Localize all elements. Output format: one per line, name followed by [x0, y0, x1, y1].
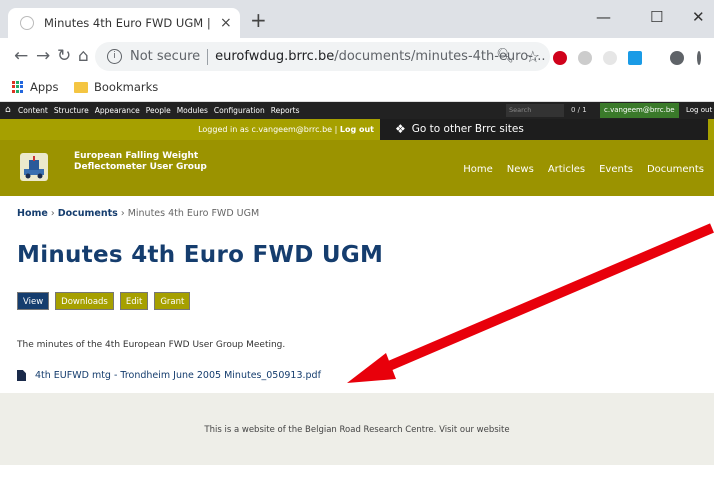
security-label: Not secure — [130, 49, 201, 64]
page-title: Minutes 4th Euro FWD UGM — [17, 242, 384, 268]
close-window-icon[interactable]: ✕ — [692, 8, 705, 26]
address-bar[interactable]: i Not secure eurofwdug.brrc.be /document… — [95, 42, 550, 71]
site-header: European Falling Weight Deflectometer Us… — [0, 140, 714, 196]
admin-menu-reports[interactable]: Reports — [271, 106, 300, 115]
nav-events[interactable]: Events — [599, 164, 633, 175]
address-separator — [207, 48, 209, 65]
site-name[interactable]: European Falling Weight Deflectometer Us… — [74, 151, 207, 173]
bookmark-apps[interactable]: Apps — [12, 80, 58, 94]
bookmark-folder[interactable]: Bookmarks — [74, 80, 158, 94]
dropbox-icon: ❖ — [395, 122, 406, 136]
footer-text: This is a website of the Belgian Road Re… — [204, 425, 510, 435]
folder-icon — [74, 81, 88, 93]
nav-documents[interactable]: Documents — [647, 164, 704, 175]
tab-close-icon[interactable]: × — [220, 15, 232, 31]
logged-in-status: Logged in as c.vangeem@brrc.be | Log out — [0, 119, 380, 140]
breadcrumb-current: Minutes 4th Euro FWD UGM — [127, 208, 260, 219]
bookmark-star-icon[interactable]: ☆ — [526, 47, 540, 66]
apps-grid-icon — [12, 81, 24, 93]
admin-toolbar: ⌂ Content Structure Appearance People Mo… — [0, 102, 714, 119]
breadcrumb-home[interactable]: Home — [17, 208, 48, 219]
nav-home[interactable]: Home — [463, 164, 493, 175]
more-menu-icon[interactable] — [697, 51, 701, 65]
page-tabs: View Downloads Edit Grant — [17, 292, 191, 310]
admin-menu-appearance[interactable]: Appearance — [95, 106, 140, 115]
admin-menu-modules[interactable]: Modules — [177, 106, 208, 115]
logout-link[interactable]: Log out — [340, 125, 374, 134]
tab-downloads[interactable]: Downloads — [55, 292, 114, 310]
site-footer: This is a website of the Belgian Road Re… — [0, 393, 714, 465]
browser-tab-strip: Minutes 4th Euro FWD UGM | Eu × + — ☐ ✕ — [0, 0, 714, 38]
windows-extension-icon[interactable] — [628, 51, 642, 65]
bar-accent — [708, 119, 714, 140]
site-logo[interactable] — [20, 153, 48, 181]
breadcrumb: Home › Documents › Minutes 4th Euro FWD … — [17, 208, 259, 219]
breadcrumb-separator: › — [50, 208, 55, 219]
info-icon[interactable]: i — [107, 49, 122, 64]
extension-icon[interactable] — [603, 51, 617, 65]
back-icon[interactable]: ← — [14, 47, 28, 65]
site-favicon-icon — [20, 16, 34, 30]
extension-icon[interactable] — [578, 51, 592, 65]
zoom-icon[interactable]: 🔍︎ — [496, 48, 514, 64]
file-icon — [17, 370, 26, 381]
bookmark-label: Bookmarks — [94, 80, 159, 94]
main-nav: Home News Articles Events Documents — [463, 164, 704, 175]
file-attachment-link[interactable]: 4th EUFWD mtg - Trondheim June 2005 Minu… — [17, 370, 321, 381]
new-tab-icon[interactable]: + — [250, 10, 267, 30]
admin-menu-configuration[interactable]: Configuration — [214, 106, 265, 115]
site-name-line2: Deflectometer User Group — [74, 162, 207, 172]
home-icon[interactable]: ⌂ — [78, 47, 89, 65]
admin-menu-structure[interactable]: Structure — [54, 106, 89, 115]
page-body: The minutes of the 4th European FWD User… — [17, 340, 286, 350]
admin-counter: 0 / 1 — [571, 106, 587, 114]
other-sites-label: Go to other Brrc sites — [411, 123, 524, 135]
minimize-icon[interactable]: — — [596, 8, 611, 26]
admin-menu: Content Structure Appearance People Modu… — [18, 106, 300, 115]
logged-in-bar: Logged in as c.vangeem@brrc.be | Log out… — [0, 119, 714, 140]
site-name-line1: European Falling Weight — [74, 151, 199, 161]
nav-news[interactable]: News — [507, 164, 534, 175]
breadcrumb-documents[interactable]: Documents — [58, 208, 118, 219]
url-host: eurofwdug.brrc.be — [215, 49, 335, 64]
browser-toolbar: ← → ↻ ⌂ i Not secure eurofwdug.brrc.be /… — [0, 38, 714, 75]
profile-icon[interactable] — [670, 51, 684, 65]
reload-icon[interactable]: ↻ — [57, 47, 71, 65]
admin-home-icon[interactable]: ⌂ — [5, 105, 11, 115]
breadcrumb-separator: › — [120, 208, 125, 219]
bookmarks-bar: Apps Bookmarks — [0, 75, 714, 102]
other-sites-link[interactable]: ❖ Go to other Brrc sites — [395, 122, 524, 136]
admin-menu-content[interactable]: Content — [18, 106, 48, 115]
tab-edit[interactable]: Edit — [119, 292, 149, 310]
bookmark-label: Apps — [30, 80, 59, 94]
maximize-icon[interactable]: ☐ — [650, 8, 663, 26]
admin-user-link[interactable]: c.vangeem@brrc.be — [600, 103, 679, 118]
file-name: 4th EUFWD mtg - Trondheim June 2005 Minu… — [35, 370, 321, 381]
admin-search-input[interactable]: Search — [506, 104, 564, 117]
browser-tab[interactable]: Minutes 4th Euro FWD UGM | Eu × — [8, 8, 240, 38]
admin-logout-link[interactable]: Log out — [686, 106, 712, 114]
tab-grant[interactable]: Grant — [154, 292, 191, 310]
forward-icon[interactable]: → — [36, 47, 50, 65]
tab-view[interactable]: View — [17, 292, 50, 310]
nav-articles[interactable]: Articles — [548, 164, 585, 175]
adblock-extension-icon[interactable] — [553, 51, 567, 65]
logged-in-text: Logged in as c.vangeem@brrc.be | — [198, 125, 340, 134]
admin-menu-people[interactable]: People — [146, 106, 171, 115]
tab-title: Minutes 4th Euro FWD UGM | Eu — [44, 16, 214, 30]
